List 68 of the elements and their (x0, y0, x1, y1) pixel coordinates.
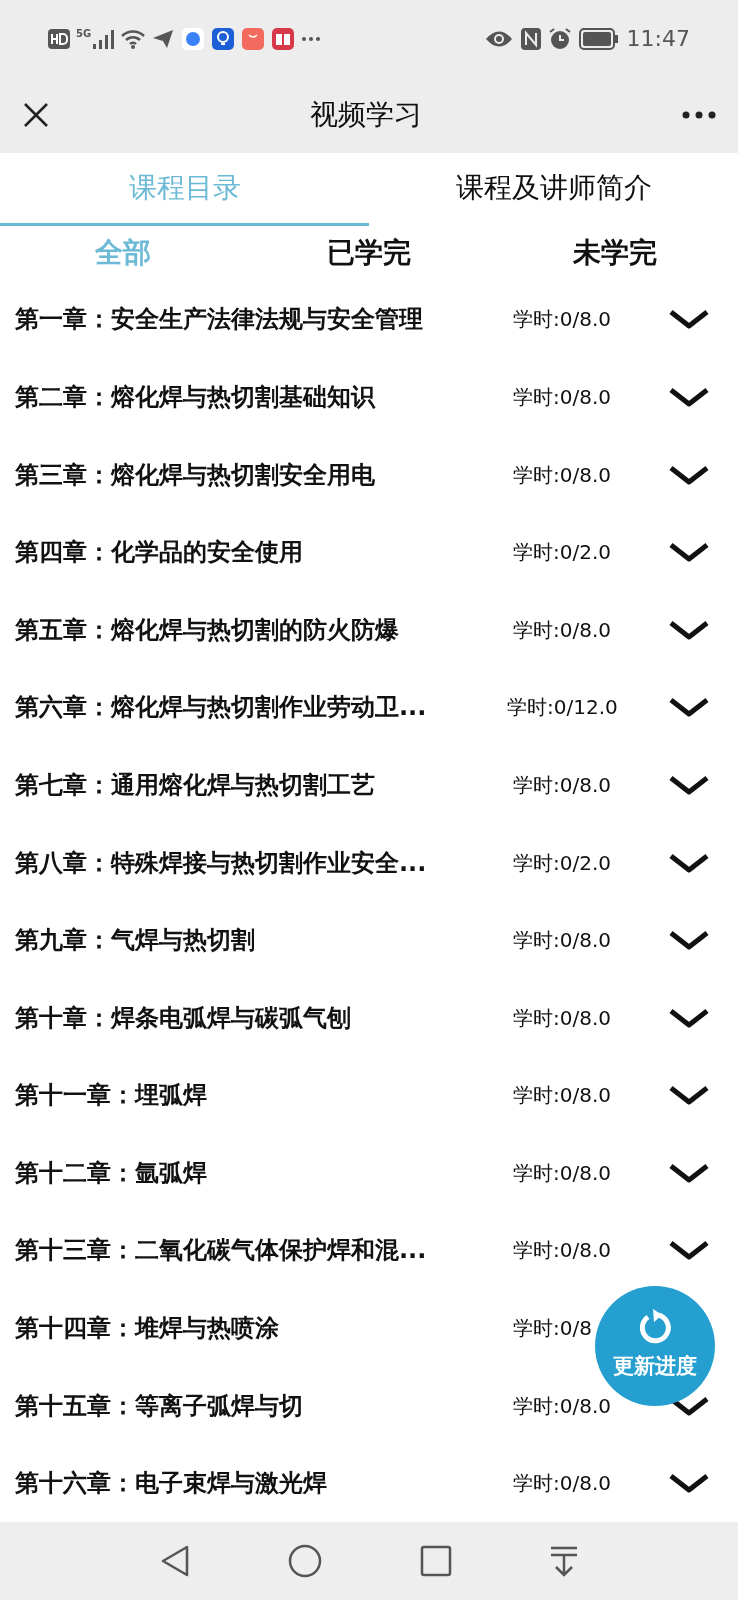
shopping-bag-app-icon (242, 27, 265, 50)
chevron-down-icon[interactable] (668, 618, 710, 641)
tab[interactable]: 课程及讲师简介 (369, 152, 738, 226)
chapter-title[interactable]: 第十四章：堆焊与热喷涂 (15, 1310, 480, 1347)
chapter-title[interactable]: 第五章：熔化焊与热切割的防火防爆 (15, 611, 480, 648)
bulb-app-icon (212, 27, 235, 50)
chapter-title[interactable]: 第一章：安全生产法律法规与安全管理 (15, 301, 480, 338)
study-hours: 学时:0/8.0 (513, 927, 611, 955)
chevron-down-icon[interactable] (668, 541, 710, 564)
chapter-title[interactable]: 第十六章：电子束焊与激光焊 (15, 1465, 480, 1502)
study-hours: 学时:0/8.0 (513, 461, 611, 489)
filter-tab[interactable]: 未学完 (492, 232, 738, 275)
study-hours: 学时:0/2.0 (513, 539, 611, 567)
study-hours: 学时:0/8.0 (513, 383, 611, 411)
chapter-title[interactable]: 第七章：通用熔化焊与热切割工艺 (15, 766, 480, 803)
network-type: 5G (76, 27, 92, 41)
study-hours: 学时:0/8.0 (513, 1237, 611, 1265)
chapter-title[interactable]: 第四章：化学品的安全使用 (15, 534, 480, 571)
home-icon[interactable] (288, 1544, 323, 1579)
study-hours: 学时:0/8.0 (513, 1470, 611, 1498)
chapter-title[interactable]: 第十二章：氩弧焊 (15, 1154, 480, 1191)
alarm-icon (548, 27, 571, 50)
chevron-down-icon[interactable] (668, 463, 710, 486)
chevron-down-icon[interactable] (668, 1239, 710, 1262)
chapter-title[interactable]: 第十三章：二氧化碳气体保护焊和混... (15, 1232, 480, 1269)
globe-app-icon (182, 27, 205, 50)
chevron-down-icon[interactable] (668, 385, 710, 408)
page-title: 视频学习 (309, 97, 423, 134)
signal-icon (92, 27, 115, 50)
chapter-title[interactable]: 第八章：特殊焊接与热切割作业安全... (15, 844, 480, 881)
chevron-down-icon[interactable] (668, 696, 710, 719)
chevron-down-icon[interactable] (668, 1084, 710, 1107)
battery-icon (578, 27, 619, 50)
study-hours: 学时:0/8.0 (513, 1004, 611, 1032)
study-hours: 学时:0/8.0 (513, 616, 611, 644)
filter-tab[interactable]: 已学完 (246, 232, 492, 275)
chevron-down-icon[interactable] (668, 929, 710, 952)
chevron-down-icon[interactable] (668, 1472, 710, 1495)
recents-icon[interactable] (419, 1545, 452, 1578)
chevron-down-icon[interactable] (668, 1006, 710, 1029)
study-hours: 学时:0/2.0 (513, 849, 611, 877)
download-icon[interactable] (549, 1545, 580, 1578)
study-hours: 学时:0/12.0 (507, 694, 618, 722)
more-icon (302, 36, 321, 41)
more-options-icon[interactable] (682, 111, 716, 120)
chevron-down-icon[interactable] (668, 1161, 710, 1184)
study-hours: 学时:0/8 (513, 1315, 592, 1343)
chapter-title[interactable]: 第六章：熔化焊与热切割作业劳动卫... (15, 689, 480, 726)
study-hours: 学时:0/8.0 (513, 771, 611, 799)
chapter-title[interactable]: 第十五章：等离子弧焊与切 (15, 1387, 480, 1424)
chapter-title[interactable]: 第三章：熔化焊与热切割安全用电 (15, 456, 480, 493)
chevron-down-icon[interactable] (668, 851, 710, 874)
paper-plane-icon (152, 28, 175, 49)
eye-icon (484, 29, 513, 48)
study-hours: 学时:0/8.0 (513, 1082, 611, 1110)
clock-time: 11:47 (626, 25, 690, 54)
book-app-icon (272, 27, 295, 50)
chapter-title[interactable]: 第十一章：埋弧焊 (15, 1077, 480, 1114)
chapter-title[interactable]: 第十章：焊条电弧焊与碳弧气刨 (15, 999, 480, 1036)
chapter-title[interactable]: 第九章：气焊与热切割 (15, 922, 480, 959)
wifi-icon (120, 27, 147, 50)
study-hours: 学时:0/8.0 (513, 306, 611, 334)
chevron-down-icon[interactable] (668, 773, 710, 796)
study-hours: 学时:0/8.0 (513, 1159, 611, 1187)
chapter-title[interactable]: 第二章：熔化焊与热切割基础知识 (15, 378, 480, 415)
nfc-icon (520, 27, 541, 50)
hd-icon (48, 28, 70, 49)
chevron-down-icon[interactable] (668, 308, 710, 331)
